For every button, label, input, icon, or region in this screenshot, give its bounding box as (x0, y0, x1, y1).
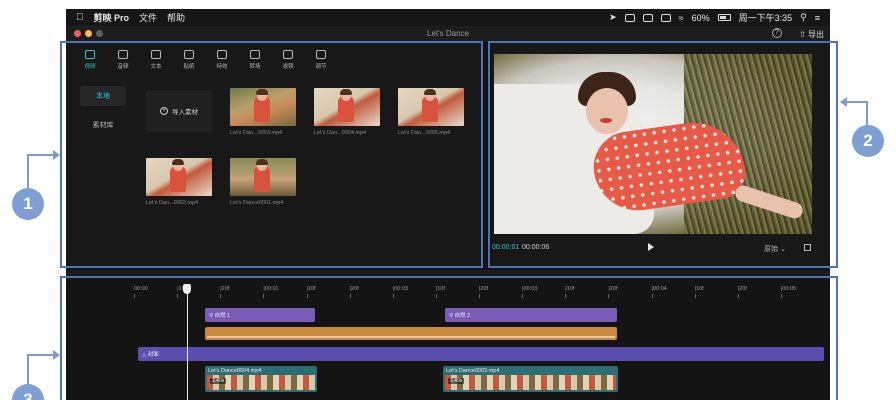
export-label: 导出 (808, 30, 824, 39)
mac-menubar:  剪映 Pro 文件 帮助 ➤ ≈ 60% 周一下午3:35 ⚲ ≡ (66, 9, 830, 26)
callout-line (27, 154, 53, 156)
shield-icon[interactable] (642, 13, 653, 22)
wifi-icon[interactable]: ≈ (679, 13, 684, 23)
window-title: Let's Dance (427, 29, 469, 38)
export-button[interactable]: ⇧ 导出 (799, 29, 824, 40)
arrow-icon (53, 350, 60, 360)
callout-line (27, 355, 29, 385)
window-titlebar: Let's Dance ? ⇧ 导出 (66, 26, 830, 42)
callout-line (27, 354, 53, 356)
annotation-frame-timeline (60, 276, 838, 400)
annotation-badge-3: 3 (12, 384, 44, 400)
menu-help[interactable]: 帮助 (167, 11, 185, 24)
arrow-icon (53, 150, 60, 160)
annotation-badge-1: 1 (12, 188, 44, 220)
battery-icon[interactable] (717, 14, 731, 21)
menu-app-name[interactable]: 剪映 Pro (94, 11, 130, 24)
location-icon[interactable]: ➤ (609, 12, 617, 23)
annotation-frame-player (488, 41, 838, 268)
menubar-clock[interactable]: 周一下午3:35 (739, 11, 793, 24)
search-icon[interactable]: ⚲ (800, 12, 807, 23)
arrow-icon (840, 97, 847, 107)
screen-icon[interactable] (624, 13, 635, 22)
callout-line (846, 101, 868, 103)
menu-list-icon[interactable]: ≡ (815, 13, 820, 23)
menu-file[interactable]: 文件 (139, 11, 157, 24)
help-icon[interactable]: ? (772, 28, 782, 38)
apple-icon[interactable]:  (76, 12, 84, 23)
annotation-badge-2: 2 (852, 125, 884, 157)
keyboard-icon[interactable] (660, 13, 671, 22)
annotation-frame-media (60, 41, 483, 268)
battery-percent: 60% (691, 12, 710, 23)
screenshot-stage:  剪映 Pro 文件 帮助 ➤ ≈ 60% 周一下午3:35 ⚲ ≡ Let'… (0, 0, 896, 400)
